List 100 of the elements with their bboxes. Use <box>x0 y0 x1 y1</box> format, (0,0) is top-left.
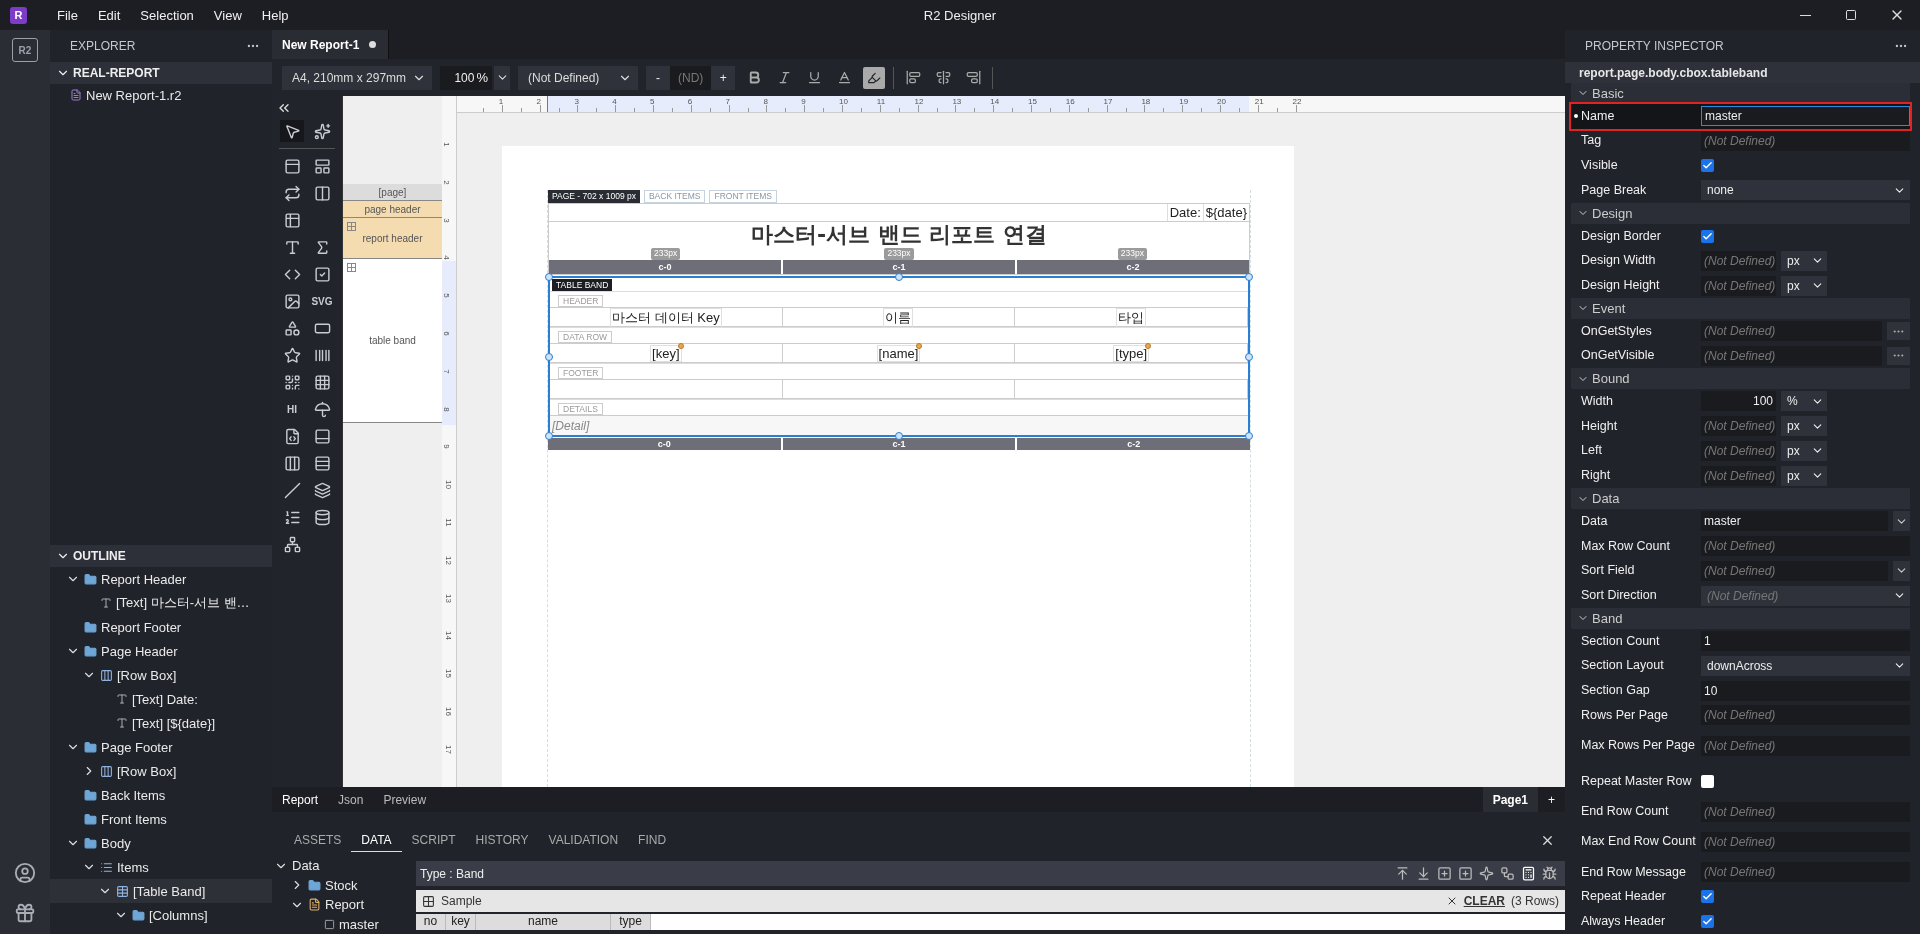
resize-handle[interactable] <box>1245 273 1253 281</box>
tree-item[interactable]: Back Items <box>50 783 272 807</box>
group-header[interactable]: Data <box>1571 488 1910 509</box>
checkbox[interactable] <box>1701 890 1714 904</box>
group-header[interactable]: Basic <box>1571 83 1910 104</box>
group-header[interactable]: Design <box>1571 202 1910 224</box>
tree-item[interactable]: Data <box>272 856 416 876</box>
resize-handle[interactable] <box>1245 352 1253 361</box>
background-color-icon[interactable] <box>863 66 886 89</box>
r2-logo[interactable]: R2 <box>12 38 38 62</box>
menu-item[interactable]: Edit <box>87 7 131 23</box>
expand-icon[interactable] <box>347 263 356 272</box>
view-tab[interactable]: Report <box>272 787 329 812</box>
move-up-icon[interactable] <box>1395 866 1410 881</box>
calculator-icon[interactable] <box>1521 866 1536 881</box>
menu-item[interactable]: Selection <box>130 7 204 23</box>
input-field[interactable]: (Not Defined) <box>1701 416 1776 437</box>
move-down-icon[interactable] <box>1416 866 1431 881</box>
column-header[interactable]: c-0 <box>548 438 781 450</box>
table-band[interactable]: TABLE BAND HEADER 마스터 데이터 Key 이름 타입 DATA ROW [key] [name] [type] FOOTER DETAILS [Detail] <box>548 276 1250 437</box>
resize-handle[interactable] <box>895 273 903 281</box>
group-header[interactable]: Bound <box>1571 368 1910 390</box>
tree-item[interactable]: Front Items <box>50 807 272 831</box>
input-field[interactable]: (Not Defined) <box>1701 250 1776 271</box>
column-header[interactable]: c-2 <box>1017 260 1249 274</box>
expand-icon[interactable] <box>347 222 356 231</box>
bug-icon[interactable] <box>1542 866 1557 881</box>
section-header[interactable]: REAL-REPORT <box>50 62 272 84</box>
menu-item[interactable]: Help <box>251 7 299 23</box>
input-field[interactable]: (Not Defined) <box>1701 465 1776 486</box>
column-header[interactable]: type <box>611 914 651 930</box>
font-dropdown[interactable]: (Not Defined) <box>518 65 638 90</box>
tool-button[interactable]: HI <box>280 398 304 420</box>
input-field[interactable]: (Not Defined) <box>1701 801 1910 822</box>
view-tab[interactable]: Json <box>328 787 374 812</box>
input-field[interactable]: master <box>1701 511 1888 532</box>
tree-item[interactable]: Report Header <box>50 567 272 591</box>
tree-item[interactable]: [Columns] <box>50 903 272 927</box>
panel-tab[interactable]: FIND <box>628 833 677 852</box>
unit-dropdown[interactable]: px <box>1781 416 1827 437</box>
tree-item[interactable]: [Table Band] <box>50 879 272 903</box>
input-field[interactable]: (Not Defined) <box>1701 831 1910 852</box>
unit-dropdown[interactable]: px <box>1781 250 1827 271</box>
checkbox[interactable] <box>1701 229 1714 243</box>
resize-handle[interactable] <box>545 352 553 361</box>
input-field[interactable]: (Not Defined) <box>1701 536 1910 557</box>
tree-item[interactable]: [Text] [${date}] <box>50 711 272 735</box>
resize-handle[interactable] <box>545 273 553 281</box>
table-cell[interactable]: [name] <box>782 344 1016 362</box>
dropdown-button[interactable] <box>1893 560 1910 581</box>
input-field[interactable]: master <box>1701 106 1910 127</box>
column-header[interactable]: key <box>446 914 476 930</box>
more-button[interactable] <box>1887 346 1910 365</box>
input-field[interactable]: (Not Defined) <box>1701 735 1910 756</box>
tree-item[interactable]: Body <box>50 831 272 855</box>
date-label[interactable]: Date: <box>1166 204 1203 221</box>
input-field[interactable]: (Not Defined) <box>1701 441 1776 461</box>
page-tab[interactable]: Page1 <box>1482 787 1538 812</box>
more-button[interactable] <box>1887 322 1910 341</box>
tree-item[interactable]: Report Footer <box>50 615 272 639</box>
input-field[interactable]: (Not Defined) <box>1701 560 1888 581</box>
column-header[interactable]: c-2 <box>1017 438 1250 450</box>
column-header[interactable]: no <box>416 914 446 930</box>
column-header[interactable]: c-1 <box>782 438 1016 450</box>
user-icon[interactable] <box>14 862 36 884</box>
add-rows-icon[interactable] <box>1458 866 1473 881</box>
tree-item[interactable]: Page Footer <box>50 735 272 759</box>
panel-tab[interactable]: DATA <box>351 833 402 852</box>
column-header[interactable]: c-1 <box>783 260 1015 274</box>
input-field[interactable]: (Not Defined) <box>1701 321 1882 342</box>
increase-button[interactable]: + <box>711 65 736 90</box>
group-header[interactable]: Band <box>1571 608 1910 629</box>
panel-tab[interactable]: ASSETS <box>284 833 352 852</box>
tree-item[interactable]: [Text] Date: <box>50 687 272 711</box>
tree-item[interactable]: master <box>272 914 416 934</box>
report-file-entry[interactable]: New Report-1.r2 <box>50 84 272 106</box>
tree-icon[interactable] <box>1500 866 1515 881</box>
input-field[interactable]: 1 <box>1701 631 1910 652</box>
input-field[interactable]: (Not Defined) <box>1701 130 1910 151</box>
unit-dropdown[interactable]: px <box>1781 275 1827 296</box>
decrease-button[interactable]: - <box>646 65 670 90</box>
checkbox[interactable] <box>1701 915 1714 929</box>
group-header[interactable]: Event <box>1571 297 1910 319</box>
dropdown[interactable]: none <box>1701 180 1910 201</box>
input-field[interactable]: (Not Defined) <box>1701 275 1776 296</box>
unit-dropdown[interactable]: px <box>1781 441 1827 461</box>
zoom-dropdown-button[interactable] <box>494 65 510 90</box>
tool-button[interactable]: SVG <box>310 290 334 312</box>
menu-item[interactable]: View <box>203 7 252 23</box>
column-header[interactable]: c-0 <box>549 260 781 274</box>
panel-tab[interactable]: VALIDATION <box>538 833 629 852</box>
clear-link[interactable]: CLEAR <box>1463 894 1505 908</box>
section-header[interactable]: OUTLINE <box>50 545 272 567</box>
editor-tab[interactable]: New Report-1 <box>272 30 390 59</box>
input-field[interactable]: (Not Defined) <box>1701 345 1882 366</box>
sparkle-icon[interactable] <box>1479 866 1494 881</box>
font-size-field[interactable]: (ND) <box>670 70 712 85</box>
input-field[interactable]: (Not Defined) <box>1701 862 1910 882</box>
add-page-button[interactable]: + <box>1538 787 1565 812</box>
checkbox[interactable] <box>1701 159 1714 173</box>
